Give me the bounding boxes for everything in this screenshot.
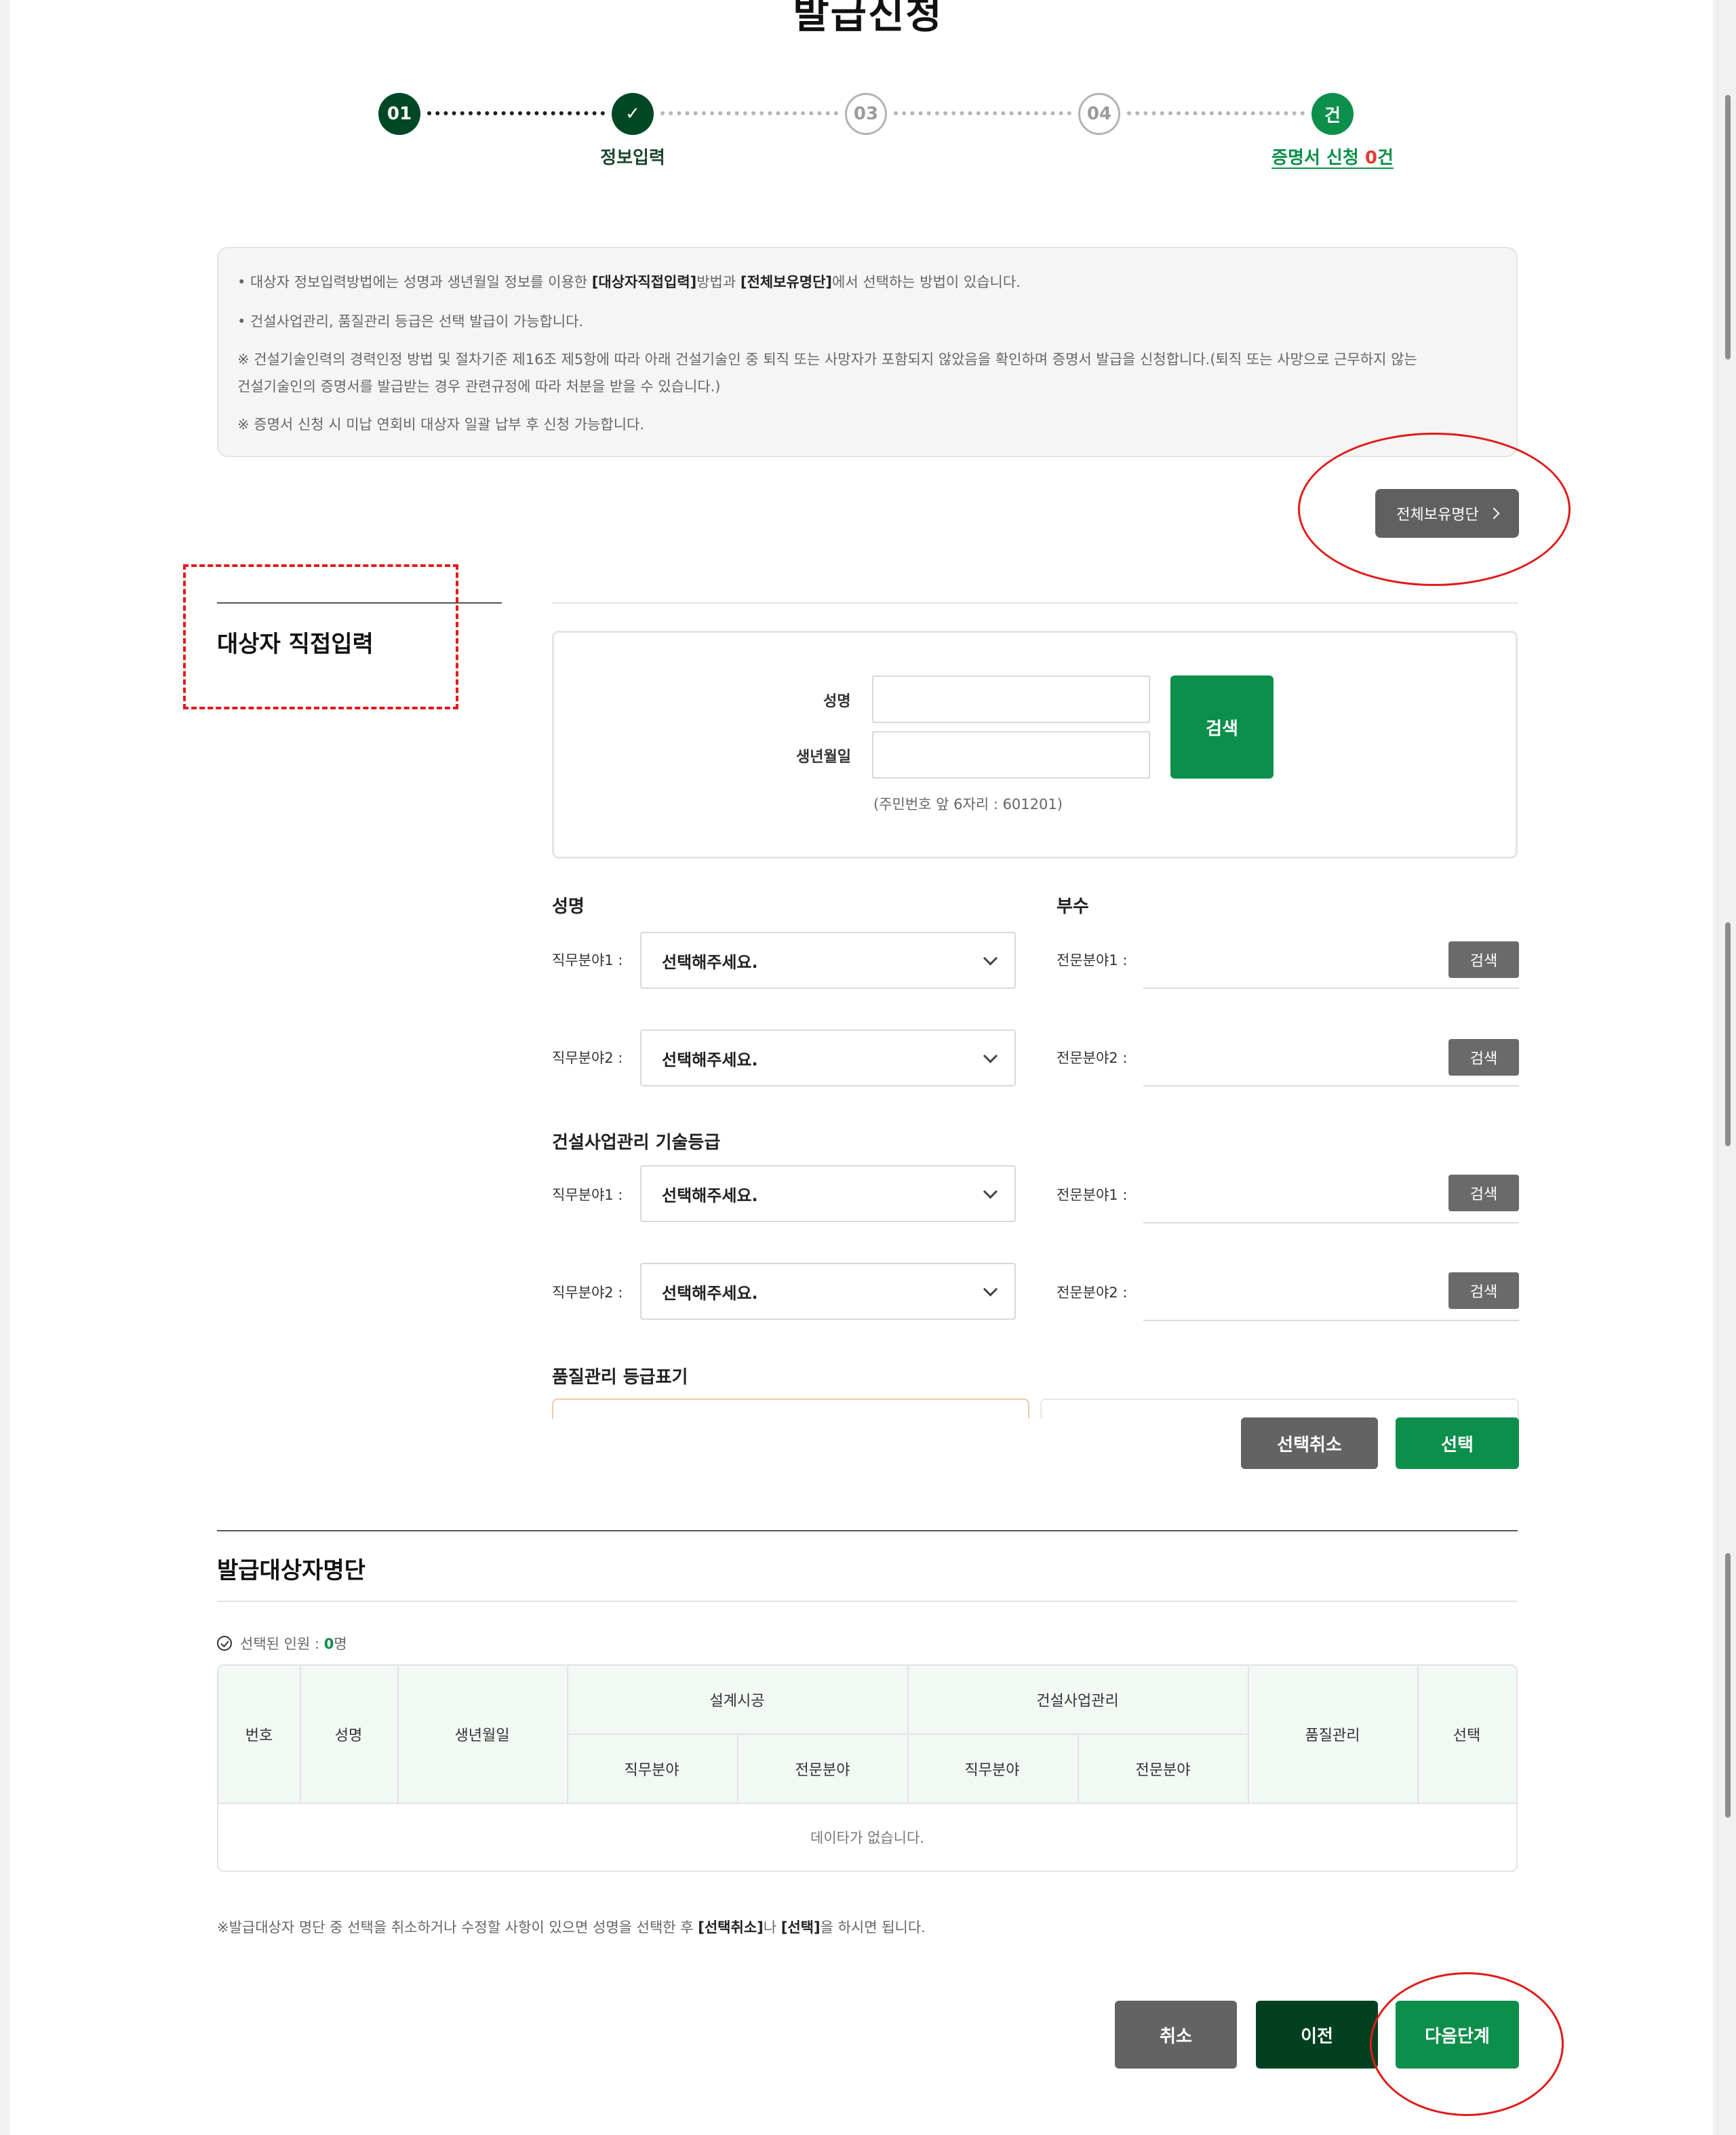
chevron-down-icon [983, 951, 998, 966]
select-value: 선택해주세요. [662, 1283, 758, 1303]
birth-input[interactable] [872, 731, 1150, 779]
annotation-dashed-box [183, 564, 458, 709]
table-divider [1417, 1666, 1419, 1803]
page-border [1717, 0, 1718, 2135]
target-table: 번호 성명 생년월일 설계시공 직무분야 전문분야 건설사업관리 직무분야 전문… [217, 1664, 1518, 1872]
col-name: 성명 [334, 1727, 363, 1744]
quality-group-title: 품질관리 등급표기 [552, 1367, 688, 1388]
name-input[interactable] [872, 675, 1150, 723]
step-connector [894, 111, 1071, 115]
section-divider [217, 1601, 1518, 1602]
design-spec1-field[interactable] [1143, 987, 1519, 989]
col-birth: 생년월일 [454, 1727, 510, 1744]
design-name-title: 성명 [552, 897, 585, 917]
annotation-circle [1370, 1972, 1564, 2116]
cm-job1-select[interactable]: 선택해주세요. [640, 1165, 1016, 1222]
col-design-spec: 전문분야 [795, 1762, 850, 1779]
table-divider [567, 1734, 1248, 1735]
cm-spec1-field[interactable] [1143, 1222, 1519, 1223]
chevron-down-icon [983, 1049, 998, 1063]
cm-job2-select[interactable]: 선택해주세요. [640, 1263, 1016, 1320]
page-title: 발급신청 [793, 0, 943, 37]
quality-option-box[interactable] [552, 1398, 1029, 1419]
col-design: 설계시공 [709, 1693, 765, 1710]
design-dept-title: 부수 [1057, 897, 1089, 917]
step-2-caption: 정보입력 [600, 148, 665, 168]
col-cm-job: 직무분야 [964, 1762, 1020, 1779]
selection-cancel-button[interactable]: 선택취소 [1241, 1417, 1378, 1469]
step-connector [1127, 111, 1305, 115]
step-4: 04 [1078, 93, 1120, 135]
cm-spec1-label: 전문분야1 : [1057, 1187, 1128, 1203]
scrollbar-thumb[interactable] [1725, 95, 1731, 359]
step-5: 건 [1311, 93, 1354, 135]
step-3: 03 [845, 93, 887, 135]
chevron-down-icon [983, 1282, 998, 1297]
cm-spec2-search-button[interactable]: 검색 [1448, 1272, 1519, 1309]
chevron-down-icon [983, 1184, 998, 1199]
table-divider [397, 1666, 399, 1803]
table-divider [300, 1666, 301, 1803]
select-value: 선택해주세요. [662, 952, 758, 972]
target-list-title: 발급대상자명단 [217, 1557, 366, 1584]
cm-group-title: 건설사업관리 기술등급 [552, 1133, 721, 1153]
design-spec2-field[interactable] [1143, 1085, 1519, 1086]
select-value: 선택해주세요. [662, 1186, 758, 1205]
design-spec1-label: 전문분야1 : [1057, 952, 1128, 968]
col-no: 번호 [245, 1727, 273, 1744]
cm-job1-label: 직무분야1 : [552, 1187, 623, 1203]
cancel-button[interactable]: 취소 [1115, 2001, 1237, 2069]
design-job1-select[interactable]: 선택해주세요. [640, 932, 1016, 989]
cm-spec2-field[interactable] [1143, 1320, 1519, 1321]
check-circle-icon [217, 1636, 232, 1651]
step-2-check-icon: ✓ [612, 93, 654, 135]
birth-hint: (주민번호 앞 6자리 : 601201) [873, 796, 1063, 812]
table-empty-message: 데이타가 없습니다. [810, 1830, 924, 1846]
cm-job2-label: 직무분야2 : [552, 1285, 623, 1301]
design-spec2-label: 전문분야2 : [1057, 1050, 1128, 1066]
notice-line: ※ 증명서 신청 시 미납 연회비 대상자 일괄 납부 후 신청 가능합니다. [237, 416, 645, 433]
notice-line: • 대상자 정보입력방법에는 성명과 생년월일 정보를 이용한 [대상자직접입력… [237, 274, 1021, 290]
col-cm: 건설사업관리 [1036, 1693, 1119, 1710]
col-design-job: 직무분야 [624, 1762, 679, 1779]
step-connector [427, 111, 605, 115]
prev-button[interactable]: 이전 [1256, 2001, 1378, 2069]
table-divider [1078, 1735, 1079, 1803]
section-divider [552, 602, 1518, 604]
design-job2-select[interactable]: 선택해주세요. [640, 1030, 1016, 1086]
cm-spec2-label: 전문분야2 : [1057, 1285, 1128, 1301]
page-left-margin [0, 0, 9, 2135]
table-divider [737, 1735, 738, 1803]
quality-option-box[interactable] [1040, 1398, 1519, 1419]
col-quality: 품질관리 [1305, 1727, 1360, 1744]
table-divider [1248, 1666, 1249, 1803]
step-connector [660, 111, 838, 115]
notice-line: 건설기술인의 증명서를 발급받는 경우 관련규정에 따라 처분을 받을 수 있습… [237, 378, 721, 395]
target-list-note: ※발급대상자 명단 중 선택을 취소하거나 수정할 사항이 있으면 성명을 선택… [217, 1919, 926, 1936]
col-select: 선택 [1453, 1727, 1481, 1744]
design-spec1-search-button[interactable]: 검색 [1448, 941, 1519, 978]
direct-search-button[interactable]: 검색 [1170, 675, 1274, 779]
cm-spec1-search-button[interactable]: 검색 [1448, 1175, 1519, 1211]
annotation-circle [1298, 433, 1571, 586]
design-job1-label: 직무분야1 : [552, 952, 623, 968]
design-job2-label: 직무분야2 : [552, 1050, 623, 1066]
col-cm-spec: 전문분야 [1135, 1762, 1191, 1779]
scrollbar-thumb[interactable] [1725, 922, 1731, 1146]
select-value: 선택해주세요. [662, 1050, 758, 1070]
cert-count-link[interactable]: 증명서 신청 0건 [1255, 144, 1410, 169]
notice-line: • 건설사업관리, 품질관리 등급은 선택 발급이 가능합니다. [237, 313, 584, 330]
notice-box: • 대상자 정보입력방법에는 성명과 생년월일 정보를 이용한 [대상자직접입력… [217, 247, 1518, 457]
scrollbar-thumb[interactable] [1725, 1553, 1731, 1818]
selected-count: 선택된 인원 : 0명 [217, 1633, 347, 1653]
design-spec2-search-button[interactable]: 검색 [1448, 1039, 1519, 1076]
notice-line: ※ 건설기술인력의 경력인정 방법 및 절차기준 제16조 제5항에 따라 아래… [237, 351, 1417, 368]
selection-select-button[interactable]: 선택 [1396, 1417, 1519, 1469]
birth-label: 생년월일 [796, 749, 851, 766]
name-label: 성명 [823, 693, 851, 710]
section-divider [217, 1530, 1518, 1531]
step-1: 01 [378, 93, 420, 135]
